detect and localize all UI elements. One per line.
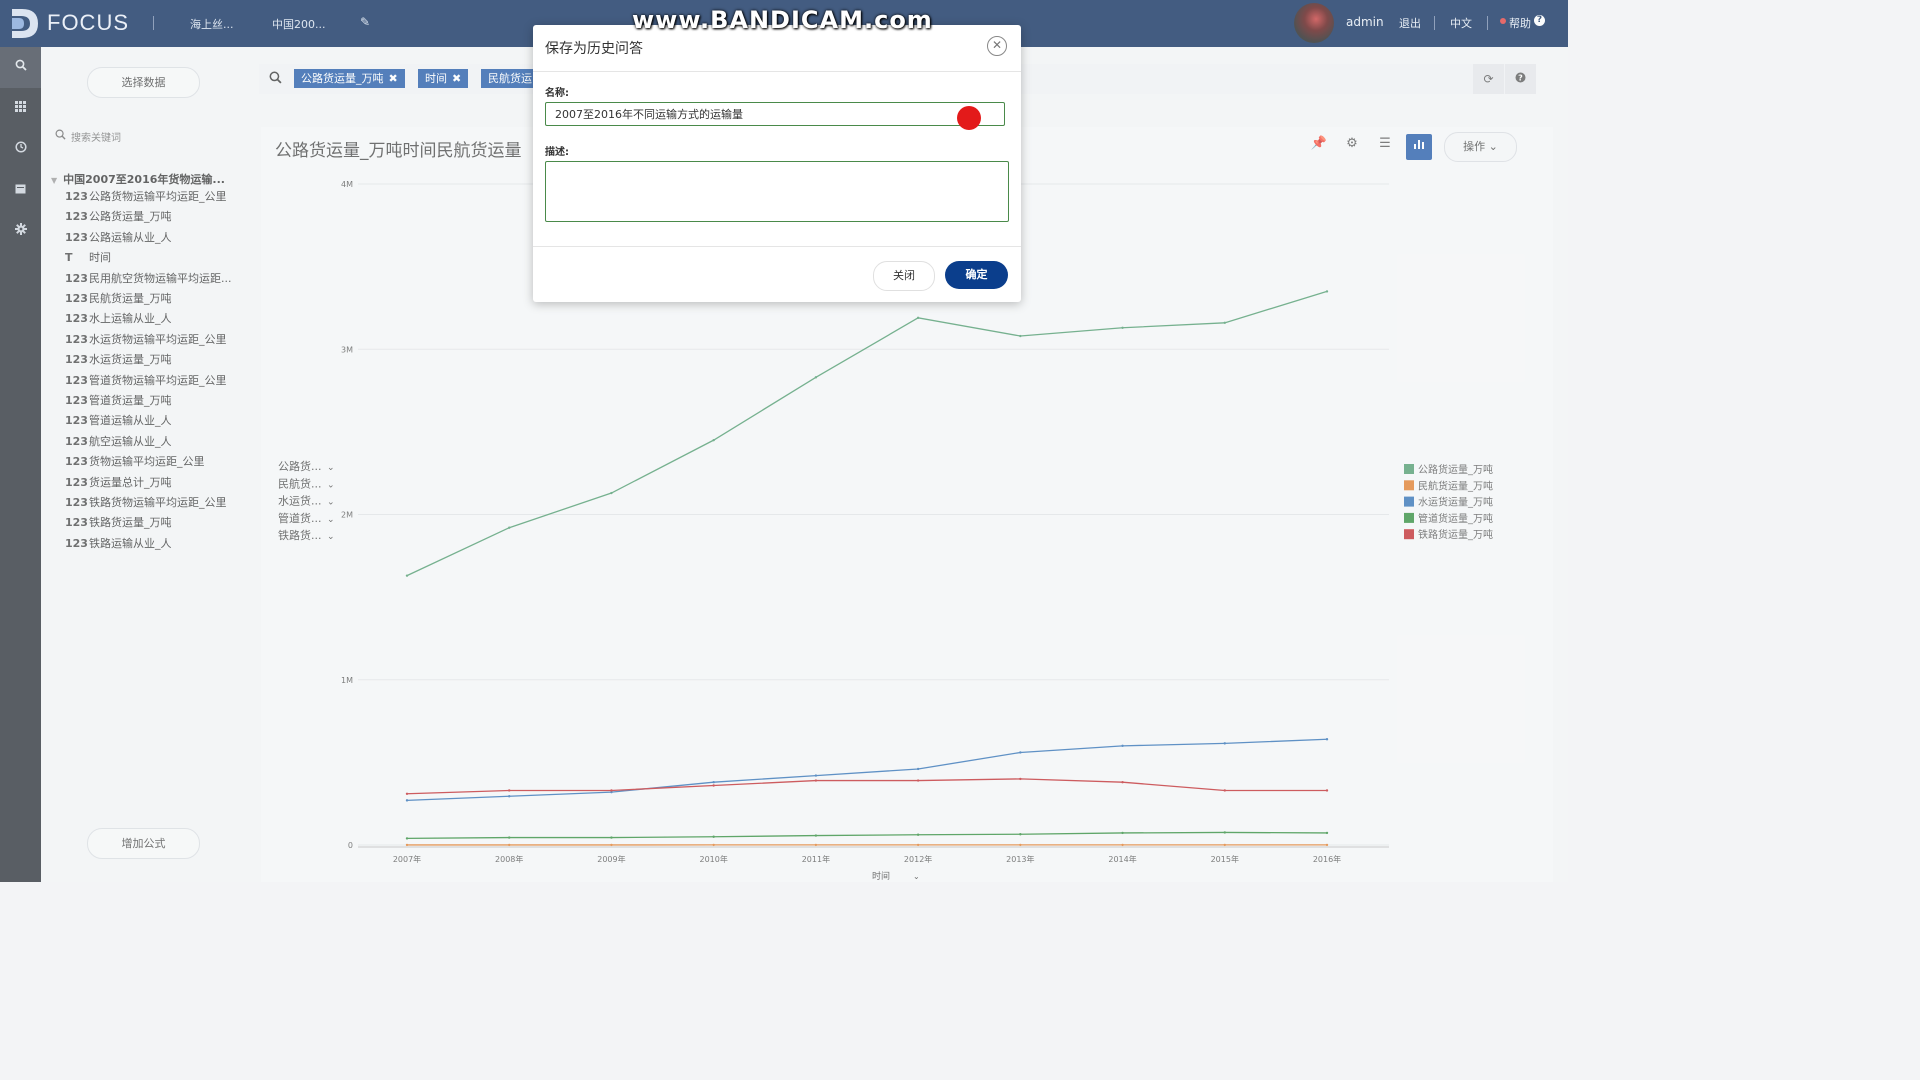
save-history-dialog: 保存为历史问答 ✕ 名称: 2007至2016年不同运输方式的运输量 描述: 关… xyxy=(533,25,1021,302)
divider xyxy=(533,71,1021,72)
name-label: 名称: xyxy=(545,88,569,99)
close-icon[interactable]: ✕ xyxy=(987,36,1007,56)
divider xyxy=(533,246,1021,247)
mouse-cursor-indicator xyxy=(957,106,981,130)
dialog-title: 保存为历史问答 xyxy=(545,41,643,57)
name-input[interactable]: 2007至2016年不同运输方式的运输量 xyxy=(545,102,1005,126)
description-label: 描述: xyxy=(545,147,569,158)
description-textarea[interactable] xyxy=(545,161,1009,222)
close-button[interactable]: 关闭 xyxy=(873,261,935,291)
recording-watermark: www.BANDICAM.com xyxy=(632,6,933,34)
confirm-button[interactable]: 确定 xyxy=(945,261,1008,289)
